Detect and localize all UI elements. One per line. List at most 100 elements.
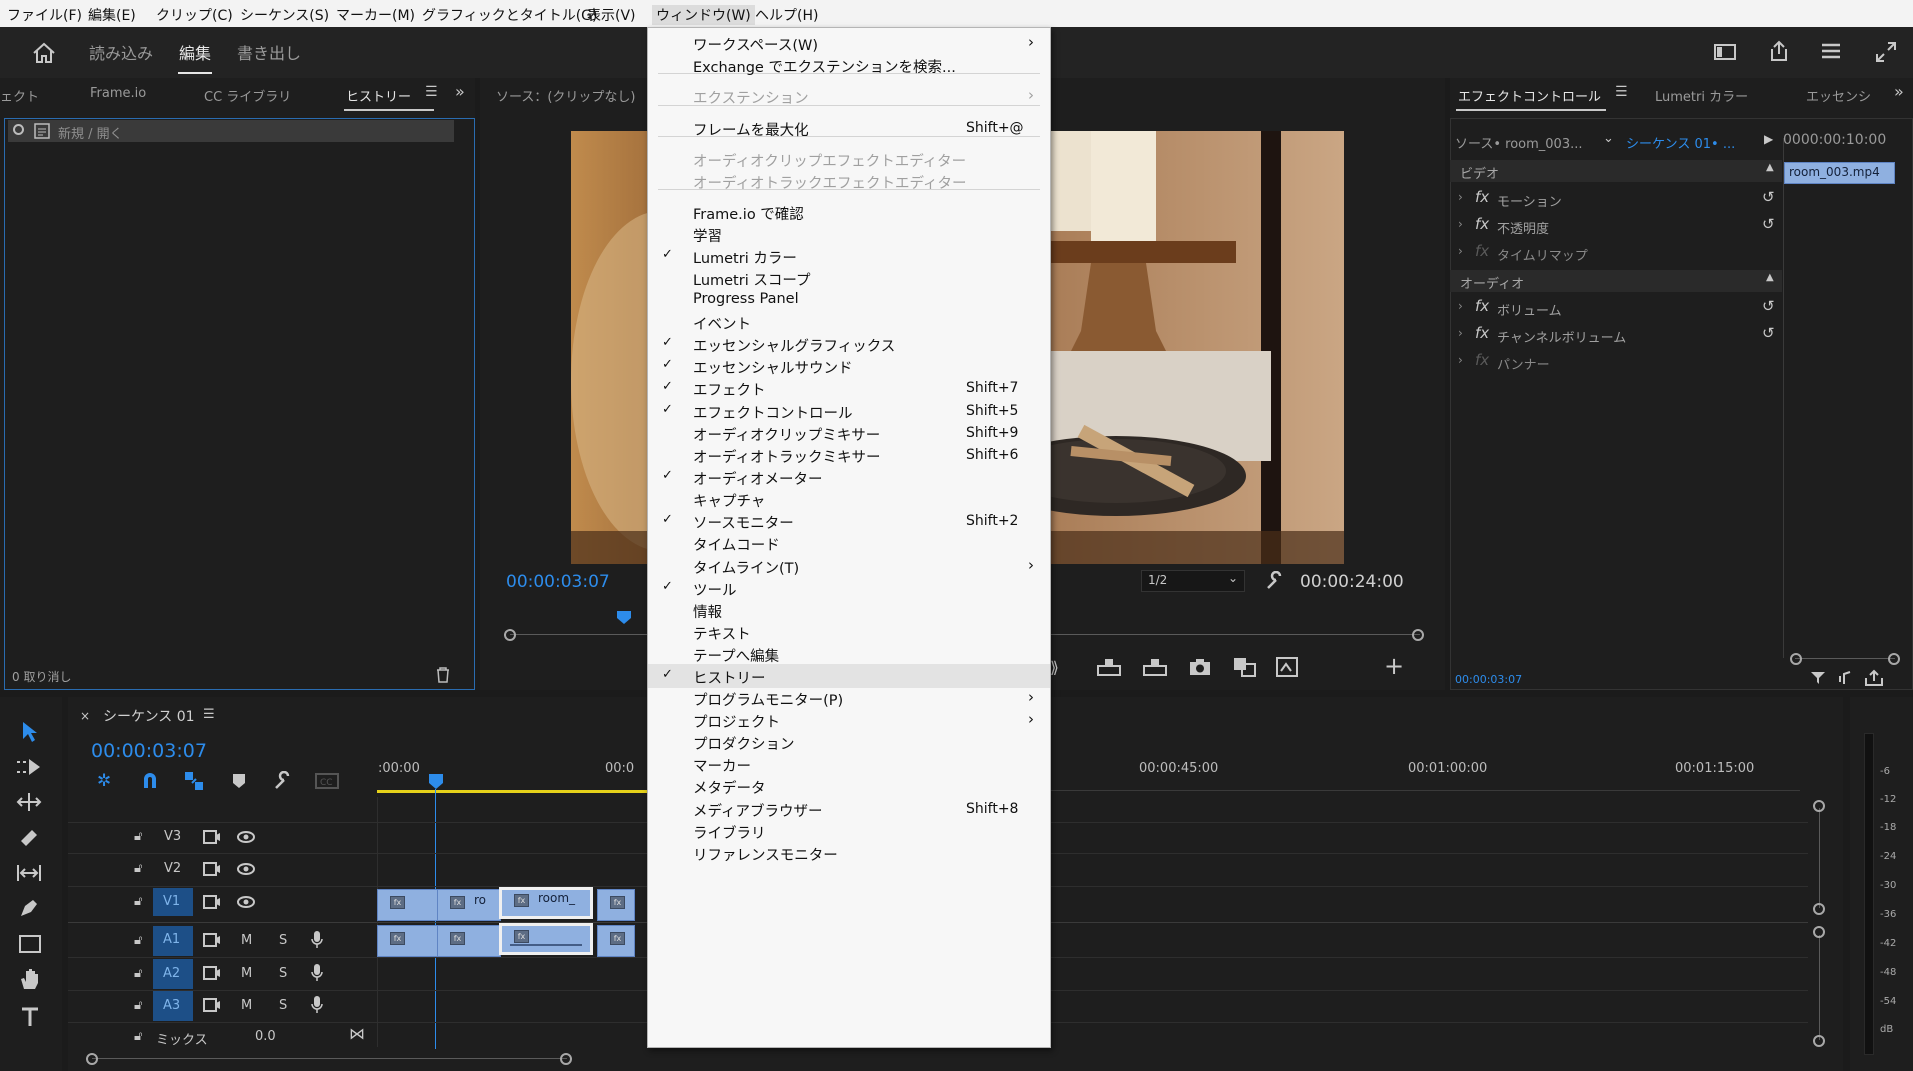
fx-icon[interactable]: fx [1475, 215, 1489, 233]
collapse-icon[interactable]: ▲ [1766, 162, 1774, 173]
eye-icon[interactable] [237, 896, 255, 908]
window-menu-item[interactable]: テキスト [648, 620, 1050, 644]
rectangle-tool-icon[interactable] [18, 934, 42, 954]
window-menu-item[interactable]: 学習 [648, 222, 1050, 246]
sync-lock-icon[interactable] [203, 862, 221, 876]
effect-row-time-remap[interactable]: › fx タイムリマップ [1450, 242, 1782, 264]
window-menu-item[interactable]: イベント [648, 310, 1050, 334]
v-scroll-bottom[interactable] [1813, 1035, 1825, 1047]
sequence-clip-label[interactable]: シーケンス 01• ... [1626, 133, 1735, 152]
sequence-tab[interactable]: シーケンス 01 [103, 706, 195, 726]
effect-row-opacity[interactable]: › fx 不透明度 ↺ [1450, 215, 1782, 237]
source-playhead-marker[interactable] [616, 610, 632, 626]
window-menu-item[interactable]: メディアブラウザー Shift+8 [648, 797, 1050, 821]
video-section-header[interactable]: ビデオ ▲ [1450, 160, 1782, 182]
lock-icon[interactable]: 🔓︎ [134, 1029, 142, 1044]
window-menu-item[interactable]: ライブラリ [648, 819, 1050, 843]
reset-icon[interactable]: ↺ [1762, 297, 1775, 315]
panel-menu-icon[interactable]: ☰ [1615, 84, 1628, 100]
close-icon[interactable]: × [80, 709, 90, 723]
source-timecode[interactable]: 00:00:03:07 [506, 572, 610, 592]
chevron-right-icon[interactable]: › [1458, 244, 1463, 258]
window-menu-item[interactable]: ✓ エッセンシャルサウンド [648, 354, 1050, 378]
fx-icon[interactable]: fx [1475, 188, 1489, 206]
slip-tool-icon[interactable] [16, 863, 42, 883]
window-menu-item[interactable]: タイムライン(T) › [648, 554, 1050, 578]
sync-lock-icon[interactable] [203, 998, 221, 1012]
timeline-timecode[interactable]: 00:00:03:07 [91, 740, 207, 762]
audio-clip[interactable]: fx [377, 925, 439, 957]
more-panels-icon[interactable]: » [455, 82, 465, 101]
timeline-h-scrollbar[interactable] [92, 1058, 567, 1059]
ec-current-time[interactable]: 00:00:03:07 [1455, 673, 1522, 686]
panel-menu-icon[interactable]: ☰ [203, 707, 215, 722]
window-menu-item[interactable]: テープへ編集 [648, 642, 1050, 666]
tab-export[interactable]: 書き出し [237, 40, 301, 64]
audio-clip-selected[interactable]: fx [499, 923, 593, 955]
ec-clip-bar[interactable]: room_003.mp4 [1784, 162, 1895, 184]
export-clip-icon[interactable] [1864, 669, 1884, 687]
chevron-right-icon[interactable]: › [1458, 353, 1463, 367]
panel-layout-icon[interactable] [1714, 42, 1736, 62]
pen-tool-icon[interactable] [18, 897, 40, 919]
window-menu-item[interactable]: ✓ エッセンシャルグラフィックス [648, 332, 1050, 356]
v-scroll-top[interactable] [1813, 926, 1825, 938]
add-marker-icon[interactable] [232, 773, 246, 789]
tab-cc-libraries[interactable]: CC ライブラリ [204, 86, 291, 105]
overwrite-icon[interactable] [1143, 658, 1167, 676]
solo-button[interactable]: S [279, 933, 287, 948]
menu-help[interactable]: ヘルプ(H) [755, 5, 818, 25]
window-menu-item[interactable]: ✓ ヒストリー [648, 664, 1050, 688]
video-clip[interactable]: fx [377, 889, 439, 921]
menu-window[interactable]: ウィンドウ(W) [652, 5, 755, 25]
window-menu-item[interactable]: ✓ Lumetri カラー [648, 244, 1050, 268]
track-select-tool-icon[interactable] [16, 757, 42, 777]
window-menu-item[interactable]: 情報 [648, 598, 1050, 622]
lock-icon[interactable]: 🔓︎ [134, 933, 142, 948]
audio-section-header[interactable]: オーディオ ▲ [1450, 270, 1782, 292]
track-label-a3[interactable]: A3 [163, 998, 180, 1013]
ripple-edit-tool-icon[interactable] [16, 792, 42, 812]
video-v-scrollbar[interactable] [1819, 808, 1820, 908]
window-menu-item[interactable]: マーカー [648, 752, 1050, 776]
microphone-icon[interactable] [310, 995, 324, 1015]
sync-lock-icon[interactable] [203, 895, 221, 909]
fullscreen-icon[interactable] [1875, 41, 1897, 63]
type-tool-icon[interactable] [20, 1006, 40, 1028]
window-menu-item[interactable]: オーディオトラックミキサー Shift+6 [648, 443, 1050, 467]
window-menu-item[interactable]: ✓ オーディオメーター [648, 465, 1050, 489]
selection-tool-icon[interactable] [20, 721, 40, 743]
menu-sequence[interactable]: シーケンス(S) [240, 5, 329, 25]
chevron-right-icon[interactable]: › [1458, 217, 1463, 231]
effect-row-motion[interactable]: › fx モーション ↺ [1450, 188, 1782, 210]
effect-row-volume[interactable]: › fx ボリューム ↺ [1450, 297, 1782, 319]
video-clip-selected[interactable]: fx room_ [499, 887, 593, 919]
filter-icon[interactable] [1810, 670, 1826, 686]
tab-history[interactable]: ヒストリー [346, 86, 411, 105]
window-menu-item[interactable]: ✓ ソースモニター Shift+2 [648, 509, 1050, 533]
history-item[interactable]: 新規 / 開く [8, 120, 454, 142]
chevron-right-icon[interactable]: › [1458, 299, 1463, 313]
audio-clip[interactable]: fx [437, 925, 501, 957]
timeline-settings-wrench-icon[interactable] [273, 771, 293, 791]
reset-icon[interactable]: ↺ [1762, 215, 1775, 233]
lock-icon[interactable]: 🔓︎ [134, 829, 142, 844]
window-menu-item[interactable]: プロダクション [648, 730, 1050, 754]
tab-effects[interactable]: ェクト [0, 86, 39, 105]
window-menu-item[interactable]: ✓ エフェクト Shift+7 [648, 376, 1050, 400]
wrench-icon[interactable] [1265, 571, 1285, 591]
track-label-v1[interactable]: V1 [163, 894, 180, 909]
mix-value[interactable]: 0.0 [255, 1029, 276, 1044]
window-menu-item[interactable]: オーディオクリップミキサー Shift+9 [648, 421, 1050, 445]
window-menu-item[interactable]: メタデータ [648, 774, 1050, 798]
window-menu-item[interactable]: キャプチャ [648, 487, 1050, 511]
microphone-icon[interactable] [310, 963, 324, 983]
source-button-partial[interactable]: ⟫ [1050, 658, 1059, 677]
zoom-select[interactable]: 1/2 ⌄ [1141, 570, 1245, 592]
eye-icon[interactable] [237, 863, 255, 875]
tab-edit[interactable]: 編集 [179, 40, 211, 64]
track-label-a2[interactable]: A2 [163, 966, 180, 981]
mute-button[interactable]: M [241, 933, 252, 948]
ec-zoom-bar[interactable] [1795, 658, 1895, 659]
reset-icon[interactable]: ↺ [1762, 188, 1775, 206]
